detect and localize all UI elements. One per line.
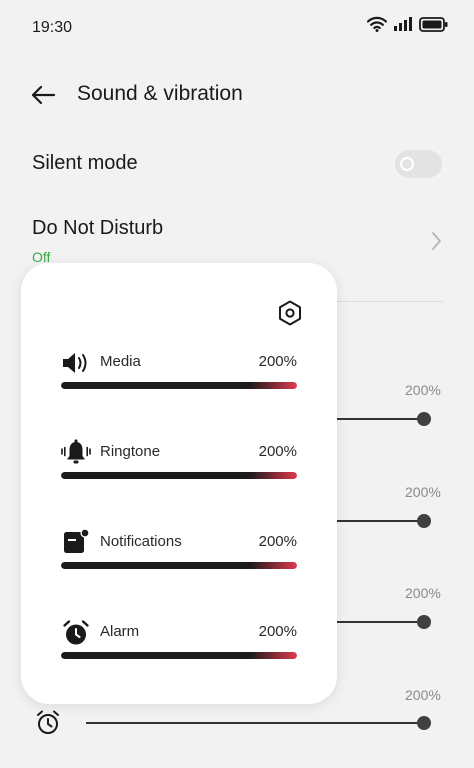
ringtone-volume-percent: 200%: [258, 443, 297, 460]
notification-volume-percent-bg: 200%: [405, 585, 441, 601]
ringtone-volume-slider[interactable]: [61, 472, 297, 479]
alarm-volume-slider[interactable]: [61, 652, 297, 659]
ringtone-volume-fill: [61, 472, 297, 479]
ringtone-volume-row: Ringtone 200%: [61, 438, 297, 488]
chevron-right-icon[interactable]: [426, 228, 446, 254]
notification-volume-thumb-bg[interactable]: [417, 615, 431, 629]
alarm-clock-icon: [37, 710, 59, 734]
bell-vibrate-icon: [61, 439, 91, 464]
silent-mode-toggle[interactable]: [395, 150, 442, 178]
toggle-knob: [400, 157, 414, 171]
back-arrow-icon[interactable]: [26, 78, 60, 112]
app-bar: Sound & vibration: [0, 70, 474, 120]
alarm-volume-thumb-bg[interactable]: [417, 716, 431, 730]
notification-icon: [64, 528, 90, 553]
status-icons: [367, 16, 448, 32]
ringtone-volume-percent-bg: 200%: [405, 484, 441, 500]
settings-hexagon-icon[interactable]: [275, 298, 305, 328]
media-volume-percent-bg: 200%: [405, 382, 441, 398]
ringtone-volume-label: Ringtone: [100, 443, 161, 460]
status-time: 19:30: [32, 19, 73, 36]
media-volume-thumb-bg[interactable]: [417, 412, 431, 426]
notification-volume-row: Notifications 200%: [61, 528, 297, 578]
ringtone-volume-thumb-bg[interactable]: [417, 514, 431, 528]
notification-volume-fill: [61, 562, 297, 569]
volume-panel: Media 200% Ringtone 200% Notifications 2…: [21, 263, 337, 704]
alarm-volume-label: Alarm: [100, 623, 140, 640]
speaker-icon: [63, 353, 87, 373]
media-volume-percent: 200%: [258, 353, 297, 370]
alarm-volume-row: Alarm 200%: [61, 618, 297, 668]
alarm-volume-track-bg[interactable]: [86, 722, 424, 724]
alarm-volume-fill: [61, 652, 297, 659]
media-volume-slider[interactable]: [61, 382, 297, 389]
page-title: Sound & vibration: [77, 82, 243, 105]
battery-icon: [419, 16, 448, 32]
do-not-disturb-label[interactable]: Do Not Disturb: [32, 217, 163, 240]
silent-mode-label: Silent mode: [32, 152, 138, 174]
alarm-clock-icon: [63, 620, 89, 645]
media-volume-fill: [61, 382, 297, 389]
alarm-volume-percent-bg: 200%: [405, 687, 441, 703]
media-volume-label: Media: [100, 353, 141, 370]
notification-volume-label: Notifications: [100, 533, 182, 550]
alarm-volume-percent: 200%: [258, 623, 297, 640]
notification-volume-slider[interactable]: [61, 562, 297, 569]
signal-icon: [394, 17, 412, 31]
notification-volume-percent: 200%: [258, 533, 297, 550]
wifi-icon: [367, 16, 387, 32]
media-volume-row: Media 200%: [61, 348, 297, 398]
status-bar: 19:30: [0, 0, 474, 56]
